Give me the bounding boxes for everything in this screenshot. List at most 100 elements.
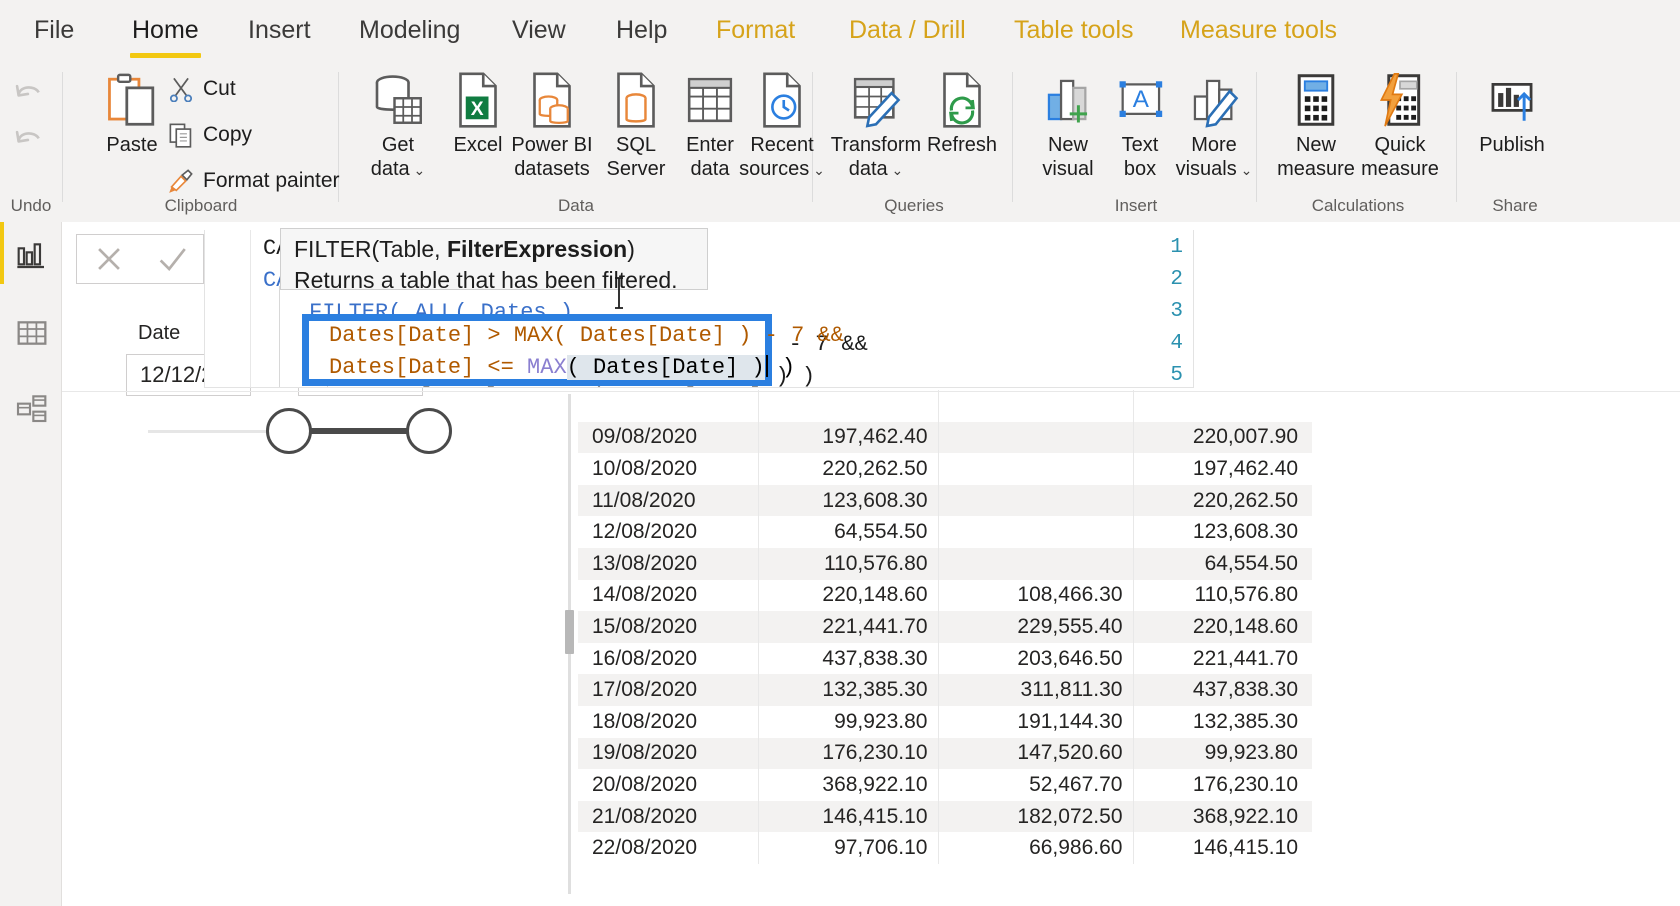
svg-text:A: A bbox=[1133, 86, 1150, 113]
highlight-line-4-text: Dates[Date] > MAX( Dates[Date] ) - 7 && bbox=[329, 323, 844, 348]
quick-measure-button[interactable]: Quick measure bbox=[1352, 70, 1448, 182]
group-separator bbox=[1012, 72, 1013, 202]
excel-icon: X bbox=[454, 70, 502, 130]
table-row[interactable]: 20/08/2020 368,922.10 52,467.70 176,230.10 bbox=[578, 769, 1312, 801]
tab-modeling[interactable]: Modeling bbox=[355, 16, 464, 45]
table-row[interactable]: 11/08/2020 123,608.30 220,262.50 bbox=[578, 484, 1312, 517]
ribbon-group-insert: New visual A Text box More visuals ⌄ Ins… bbox=[1016, 62, 1256, 222]
model-relationship-icon bbox=[16, 394, 48, 424]
table-row[interactable]: 16/08/2020 437,838.30 203,646.50 221,441.70 bbox=[578, 642, 1312, 675]
table-cell-sales-pd: 146,415.10 bbox=[1132, 832, 1312, 864]
tooltip-signature-param: FilterExpression bbox=[446, 236, 628, 262]
highlight-line-4: Dates[Date] > MAX( Dates[Date] ) - 7 && bbox=[329, 323, 844, 348]
table-row[interactable]: 17/08/2020 132,385.30 311,811.30 437,838.30 bbox=[578, 674, 1312, 706]
intellisense-tooltip: FILTER(Table, FilterExpression) Returns … bbox=[280, 228, 708, 293]
tab-format[interactable]: Format bbox=[712, 16, 799, 45]
chevron-down-icon: ⌄ bbox=[409, 162, 426, 179]
highlight-line-5-b: ( Dates[Date] bbox=[566, 355, 752, 380]
tooltip-signature-prefix: FILTER(Table, bbox=[294, 236, 447, 262]
transform-data-button[interactable]: Transform data ⌄ bbox=[822, 70, 930, 182]
table-cell-date: 15/08/2020 bbox=[578, 611, 758, 643]
tab-home[interactable]: Home bbox=[128, 16, 203, 58]
undo-icon[interactable] bbox=[12, 80, 50, 114]
new-measure-label: New measure bbox=[1277, 134, 1355, 181]
paste-button[interactable]: Paste bbox=[86, 70, 178, 157]
table-scrollbar-thumb[interactable] bbox=[565, 610, 574, 654]
tab-data-drill[interactable]: Data / Drill bbox=[845, 16, 970, 45]
checkmark-icon[interactable] bbox=[155, 242, 189, 276]
copy-button[interactable]: Copy bbox=[168, 122, 252, 148]
tab-table-tools-label: Table tools bbox=[1014, 16, 1134, 44]
table-row[interactable]: 22/08/2020 97,706.10 66,986.60 146,415.10 bbox=[578, 832, 1312, 864]
table-cell-sales-lw bbox=[937, 453, 1133, 485]
ribbon-group-undo: Undo bbox=[0, 62, 62, 222]
publish-button[interactable]: Publish bbox=[1466, 70, 1558, 157]
table-cell-date: 16/08/2020 bbox=[578, 642, 758, 675]
sidebar-item-data-view[interactable] bbox=[14, 316, 50, 350]
table-cell-sales-pd: 64,554.50 bbox=[1132, 547, 1312, 580]
bar-chart-icon bbox=[16, 240, 48, 270]
group-label-data: Data bbox=[558, 196, 594, 215]
redo-icon[interactable] bbox=[12, 126, 50, 160]
table-cell-sales-lw bbox=[937, 484, 1133, 517]
table-row[interactable]: 19/08/2020 176,230.10 147,520.60 99,923.80 bbox=[578, 737, 1312, 770]
text-box-label: Text box bbox=[1121, 134, 1159, 181]
tab-insert[interactable]: Insert bbox=[244, 16, 315, 45]
table-cell-sales: 437,838.30 bbox=[757, 642, 938, 675]
close-icon[interactable] bbox=[92, 242, 126, 276]
table-cell-date: 18/08/2020 bbox=[578, 705, 758, 738]
table-cell-sales-lw: 52,467.70 bbox=[937, 769, 1133, 801]
tab-table-tools[interactable]: Table tools bbox=[1010, 16, 1138, 45]
refresh-button[interactable]: Refresh bbox=[916, 70, 1008, 157]
group-separator bbox=[1456, 72, 1457, 202]
table-row[interactable]: 12/08/2020 64,554.50 123,608.30 bbox=[578, 516, 1312, 548]
table-row[interactable]: 18/08/2020 99,923.80 191,144.30 132,385.30 bbox=[578, 705, 1312, 738]
recent-sources-label: Recent sources ⌄ bbox=[739, 133, 825, 182]
table-cell-sales: 368,922.10 bbox=[757, 769, 938, 801]
table-visual[interactable]: 08/08/2020220,007.90230,704.3009/08/2020… bbox=[578, 390, 1312, 906]
table-cell-sales-lw: 147,520.60 bbox=[937, 737, 1133, 770]
group-label-insert: Insert bbox=[1114, 196, 1158, 215]
tab-help[interactable]: Help bbox=[612, 16, 671, 45]
tab-home-label: Home bbox=[132, 16, 199, 44]
table-row[interactable]: 09/08/2020 197,462.40 220,007.90 bbox=[578, 421, 1312, 454]
get-data-button[interactable]: Get data ⌄ bbox=[352, 70, 444, 182]
mouse-cursor-ibeam bbox=[612, 276, 626, 310]
power-bi-datasets-button[interactable]: Power BI datasets bbox=[506, 70, 598, 182]
table-row[interactable]: 15/08/2020 221,441.70 229,555.40 220,148.60 bbox=[578, 611, 1312, 643]
table-cell-sales: 220,148.60 bbox=[757, 579, 938, 612]
table-cell-date: 13/08/2020 bbox=[578, 547, 758, 580]
slicer-handle-end[interactable] bbox=[406, 408, 452, 454]
svg-text:X: X bbox=[471, 99, 484, 120]
slicer-handle-start[interactable] bbox=[266, 408, 312, 454]
table-cell-sales-pd: 220,007.90 bbox=[1132, 421, 1312, 454]
new-measure-button[interactable]: New measure bbox=[1268, 70, 1364, 182]
refresh-label: Refresh bbox=[926, 134, 998, 156]
tab-help-label: Help bbox=[616, 16, 668, 44]
text-box-icon: A bbox=[1114, 70, 1166, 130]
table-cell-date: 09/08/2020 bbox=[578, 421, 758, 454]
tab-file[interactable]: File bbox=[30, 16, 78, 45]
table-cell-date: 14/08/2020 bbox=[578, 579, 758, 612]
tab-measure-tools[interactable]: Measure tools bbox=[1176, 16, 1341, 45]
table-row[interactable]: 10/08/2020 220,262.50 197,462.40 bbox=[578, 453, 1312, 485]
table-row[interactable]: 13/08/2020 110,576.80 64,554.50 bbox=[578, 547, 1312, 580]
table-row[interactable]: 14/08/2020 220,148.60 108,466.30 110,576.80 bbox=[578, 579, 1312, 612]
table-cell-sales: 197,462.40 bbox=[757, 421, 938, 454]
table-cell-sales: 220,262.50 bbox=[757, 453, 938, 485]
format-painter-button[interactable]: Format painter bbox=[168, 168, 340, 194]
new-visual-label: New visual bbox=[1042, 134, 1094, 181]
chevron-down-icon: ⌄ bbox=[1236, 162, 1253, 179]
table-cell-date: 21/08/2020 bbox=[578, 800, 758, 833]
table-cell-sales: 99,923.80 bbox=[757, 705, 938, 738]
sidebar-item-model-view[interactable] bbox=[14, 392, 50, 426]
tab-view[interactable]: View bbox=[508, 16, 570, 45]
recent-sources-button[interactable]: Recent sources ⌄ bbox=[736, 70, 828, 182]
ribbon-group-clipboard: Paste Cut Copy Format painter Clipboard bbox=[64, 62, 340, 222]
sidebar-item-report-view[interactable] bbox=[14, 238, 50, 272]
table-row[interactable]: 21/08/2020 146,415.10 182,072.50 368,922.10 bbox=[578, 800, 1312, 833]
recent-sources-text: Recent sources bbox=[739, 134, 814, 181]
format-painter-label: Format painter bbox=[203, 169, 340, 192]
cut-button[interactable]: Cut bbox=[168, 76, 236, 102]
more-visuals-button[interactable]: More visuals ⌄ bbox=[1164, 70, 1264, 182]
